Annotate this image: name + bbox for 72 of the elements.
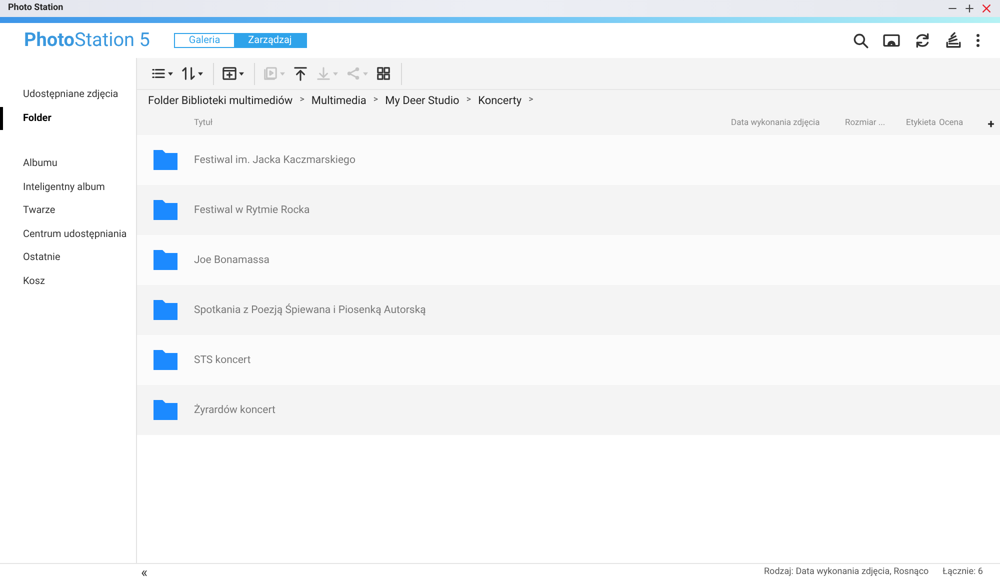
folder-title: Festiwal im. Jacka Kaczmarskiego <box>194 152 356 168</box>
share-icon <box>346 66 361 81</box>
table-row[interactable]: STS koncert <box>137 335 1000 385</box>
folder-title: Festiwal w Rytmie Rocka <box>194 202 310 218</box>
close-button[interactable] <box>981 3 992 14</box>
table-row[interactable]: Żyrardów koncert <box>137 385 1000 435</box>
sidebar-item[interactable]: Albumu <box>0 152 136 176</box>
breadcrumb-separator: > <box>528 94 534 108</box>
collapse-sidebar-button[interactable]: « <box>141 566 148 580</box>
download-icon <box>316 66 331 81</box>
folder-icon <box>153 350 178 370</box>
breadcrumb-link[interactable]: Multimedia <box>311 92 366 110</box>
breadcrumb-link[interactable]: Folder Biblioteki multimediów <box>148 92 293 110</box>
more-button[interactable] <box>976 32 980 49</box>
search-icon <box>852 32 869 49</box>
table-row[interactable]: Festiwal w Rytmie Rocka <box>137 185 1000 235</box>
folder-icon <box>153 400 178 420</box>
sort-icon <box>181 66 196 81</box>
maximize-icon <box>964 3 975 14</box>
caret-icon <box>239 72 244 76</box>
qr-code-icon <box>376 66 391 81</box>
maximize-button[interactable] <box>964 3 975 14</box>
add-box-icon <box>222 66 237 81</box>
upload-button[interactable] <box>293 66 308 81</box>
slideshow-icon <box>263 66 278 81</box>
folder-title: Żyrardów koncert <box>194 402 276 418</box>
folder-icon <box>153 300 178 320</box>
folder-icon <box>153 200 178 220</box>
add-column-button[interactable]: + <box>985 114 997 132</box>
table-row[interactable]: Joe Bonamassa <box>137 235 1000 285</box>
sidebar-item[interactable]: Kosz <box>0 270 136 293</box>
sidebar-item[interactable]: Centrum udostępniania <box>0 222 136 246</box>
cast-icon <box>883 32 900 49</box>
more-icon <box>976 32 980 49</box>
sort-status: Rodzaj: Data wykonania zdjęcia, Rosnąco <box>764 566 929 580</box>
qr-code-button[interactable] <box>376 66 391 81</box>
folder-icon <box>153 150 178 170</box>
sidebar-item[interactable]: Twarze <box>0 199 136 222</box>
close-icon <box>981 3 992 14</box>
sidebar-item[interactable]: Inteligentny album <box>0 176 136 199</box>
breadcrumb-separator: > <box>466 94 472 108</box>
table-row[interactable]: Spotkania z Poezją Śpiewana i Piosenką Autorską <box>137 285 1000 335</box>
caret-icon <box>363 72 368 76</box>
refresh-icon <box>914 32 931 49</box>
window-title: Photo Station <box>8 2 64 15</box>
folder-title: Spotkania z Poezją Śpiewana i Piosenką Autorską <box>194 302 426 318</box>
cast-button[interactable] <box>883 32 900 49</box>
stack-button[interactable] <box>945 32 962 49</box>
caret-icon <box>333 72 338 76</box>
breadcrumb-separator: > <box>300 94 304 108</box>
caret-icon <box>198 72 203 76</box>
list-button[interactable] <box>151 66 173 81</box>
breadcrumb-link[interactable]: My Deer Studio <box>385 92 460 110</box>
breadcrumb-link[interactable]: Koncerty <box>478 92 522 110</box>
sidebar-item[interactable]: Ostatnie <box>0 246 136 270</box>
refresh-button[interactable] <box>914 32 931 49</box>
stack-icon <box>945 32 962 49</box>
sort-button[interactable] <box>181 66 203 81</box>
upload-icon <box>293 66 308 81</box>
total-count: Łącznie: 6 <box>942 566 983 580</box>
search-button[interactable] <box>852 32 869 49</box>
folder-icon <box>153 250 178 270</box>
sidebar-item[interactable]: Udostępniane zdjęcia <box>0 83 136 106</box>
add-box-button[interactable] <box>222 66 244 81</box>
list-icon <box>151 66 166 81</box>
folder-title: STS koncert <box>194 352 251 368</box>
caret-icon <box>280 72 285 76</box>
table-row[interactable]: Festiwal im. Jacka Kaczmarskiego <box>137 135 1000 185</box>
app-logo: PhotoStation 5 <box>24 27 150 54</box>
caret-icon <box>168 72 173 76</box>
breadcrumb-separator: > <box>373 94 378 108</box>
folder-title: Joe Bonamassa <box>194 252 270 268</box>
